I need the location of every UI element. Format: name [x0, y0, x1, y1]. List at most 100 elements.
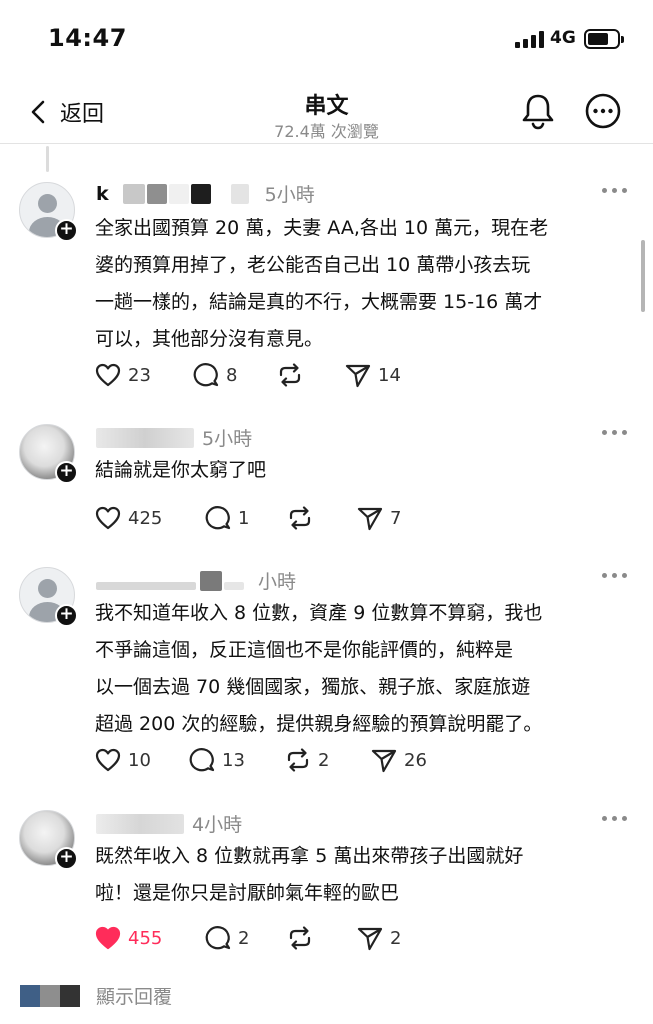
post-time: 小時 [258, 571, 297, 593]
redacted-block [190, 183, 211, 204]
reply-count: 8 [226, 364, 238, 386]
heart-icon [95, 748, 121, 772]
send-icon [357, 927, 383, 951]
like-count: 455 [128, 927, 163, 949]
repost-icon [287, 748, 309, 772]
follow-plus-icon[interactable]: + [55, 847, 78, 870]
reply-button[interactable]: 13 [188, 746, 245, 774]
redacted-block [96, 581, 196, 590]
follow-plus-icon[interactable]: + [55, 461, 78, 484]
share-count: 26 [404, 749, 427, 771]
repost-button[interactable] [276, 361, 310, 389]
comment-icon [189, 748, 215, 772]
network-type: 4G [550, 28, 576, 48]
post-text-line: 超過 200 次的經驗，提供親身經驗的預算說明罷了。 [95, 713, 543, 735]
reply-button[interactable]: 2 [204, 924, 249, 952]
redacted-block [96, 427, 194, 448]
repost-icon [289, 926, 311, 950]
status-bar: 14:47 4G [0, 0, 653, 78]
redacted-block [146, 183, 167, 204]
reply-count: 2 [238, 927, 250, 949]
share-button[interactable]: 7 [356, 504, 401, 532]
redacted-block [224, 581, 244, 590]
repost-button[interactable]: 2 [284, 746, 329, 774]
like-count: 23 [128, 364, 151, 386]
post-meta: k 5小時 [96, 180, 315, 207]
like-button[interactable]: 10 [94, 746, 151, 774]
post-time: 5小時 [264, 184, 315, 206]
send-icon [357, 507, 383, 531]
reply-count: 1 [238, 507, 250, 529]
send-icon [345, 364, 371, 388]
redacted-block [230, 183, 249, 204]
scrollbar[interactable] [641, 240, 645, 312]
like-button[interactable]: 455 [94, 924, 162, 952]
repost-count: 2 [318, 749, 330, 771]
post-text: 我不知道年收入 8 位數，資產 9 位數算不算窮，我也 不爭論這個，反正這個也不… [95, 595, 542, 743]
top-nav: 返回 串文 72.4萬 次瀏覽 [0, 78, 653, 144]
like-button[interactable]: 425 [94, 504, 162, 532]
like-count: 425 [128, 507, 163, 529]
comment-icon [205, 506, 231, 530]
post-meta: 4小時 [96, 810, 242, 837]
repost-button[interactable] [286, 504, 320, 532]
post-text-line: 啦！還是你只是討厭帥氣年輕的歐巴 [95, 882, 400, 904]
comment-icon [193, 363, 219, 387]
heart-icon [95, 363, 121, 387]
send-icon [371, 749, 397, 773]
redacted-block [200, 570, 222, 591]
post-more-icon[interactable] [602, 816, 628, 824]
like-button[interactable]: 23 [94, 361, 151, 389]
show-replies-button[interactable]: 顯示回覆 [20, 982, 172, 1009]
post-time: 4小時 [192, 814, 243, 836]
signal-icon [515, 30, 545, 48]
post-text: 結論就是你太窮了吧 [95, 452, 266, 489]
heart-icon [95, 926, 121, 950]
repost-icon [289, 506, 311, 530]
replier-avatars [20, 984, 80, 1007]
battery-icon [584, 29, 624, 49]
share-button[interactable]: 26 [370, 746, 427, 774]
redacted-block [168, 183, 189, 204]
post-more-icon[interactable] [602, 188, 628, 196]
post-time: 5小時 [202, 428, 253, 450]
share-button[interactable]: 14 [344, 361, 401, 389]
post-meta: 5小時 [96, 424, 252, 451]
post-text-line: 以一個去過 70 幾個國家，獨旅、親子旅、家庭旅遊 [95, 676, 531, 698]
post-text-line: 可以，其他部分沒有意見。 [95, 328, 324, 350]
status-time: 14:47 [48, 24, 127, 52]
reply-count: 13 [222, 749, 245, 771]
post-text-line: 全家出國預算 20 萬，夫妻 AA,各出 10 萬元，現在老 [95, 217, 549, 239]
share-count: 14 [378, 364, 401, 386]
follow-plus-icon[interactable]: + [55, 219, 78, 242]
post-text-line: 我不知道年收入 8 位數，資產 9 位數算不算窮，我也 [95, 602, 543, 624]
post-text-line: 一趟一樣的，結論是真的不行，大概需要 15-16 萬才 [95, 291, 543, 313]
post-text-line: 既然年收入 8 位數就再拿 5 萬出來帶孩子出國就好 [95, 845, 524, 867]
thread-line [46, 146, 49, 172]
post-text-line: 婆的預算用掉了，老公能否自己出 10 萬帶小孩去玩 [95, 254, 531, 276]
follow-plus-icon[interactable]: + [55, 604, 78, 627]
post-meta: 小時 [96, 567, 296, 594]
repost-button[interactable] [286, 924, 320, 952]
post-more-icon[interactable] [602, 430, 628, 438]
share-button[interactable]: 2 [356, 924, 401, 952]
like-count: 10 [128, 749, 151, 771]
redacted-block [122, 183, 145, 204]
reply-button[interactable]: 8 [192, 361, 237, 389]
post-text: 既然年收入 8 位數就再拿 5 萬出來帶孩子出國就好 啦！還是你只是討厭帥氣年輕… [95, 838, 523, 912]
share-count: 7 [390, 507, 402, 529]
reply-button[interactable]: 1 [204, 504, 249, 532]
post-text: 全家出國預算 20 萬，夫妻 AA,各出 10 萬元，現在老 婆的預算用掉了，老… [95, 210, 548, 358]
bell-icon[interactable] [520, 92, 556, 130]
comment-icon [205, 926, 231, 950]
show-replies-label: 顯示回覆 [96, 986, 173, 1008]
repost-icon [279, 363, 301, 387]
more-circle-icon[interactable] [585, 93, 621, 129]
username[interactable]: k [96, 183, 109, 205]
post-more-icon[interactable] [602, 573, 628, 581]
post-text-line: 結論就是你太窮了吧 [95, 459, 267, 481]
post-text-line: 不爭論這個，反正這個也不是你能評價的，純粹是 [95, 639, 514, 661]
redacted-block [96, 813, 184, 834]
share-count: 2 [390, 927, 402, 949]
heart-icon [95, 506, 121, 530]
